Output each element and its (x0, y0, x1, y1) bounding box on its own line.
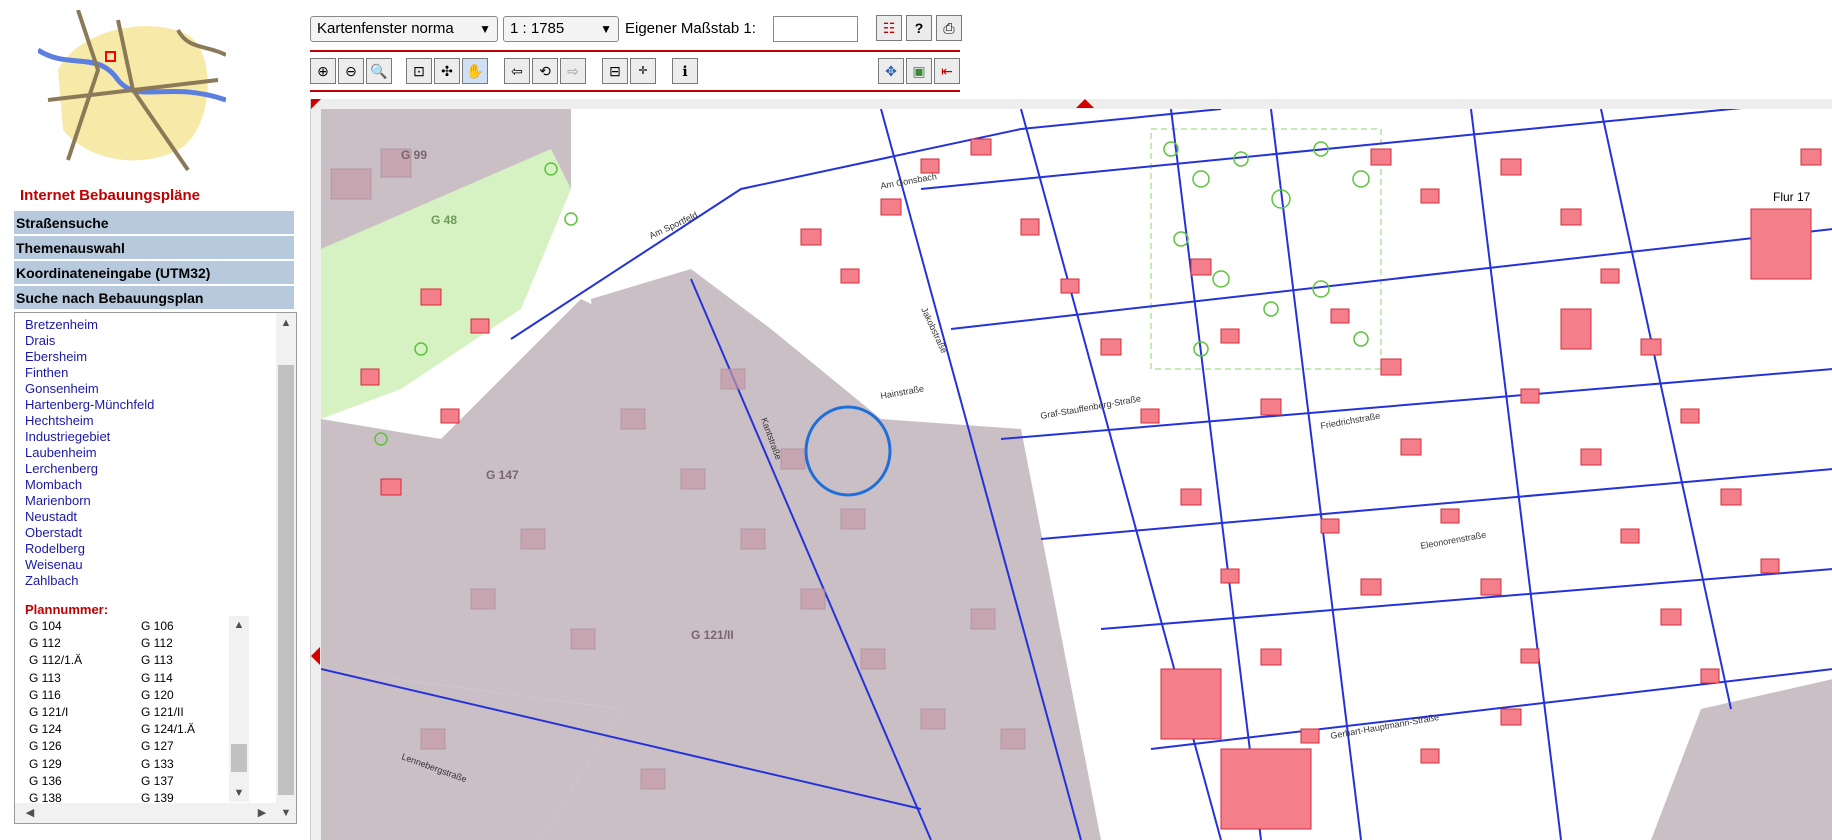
zoom-out-icon[interactable]: ⊖ (338, 58, 364, 84)
park-area[interactable] (1150, 128, 1382, 370)
pan-west-icon[interactable] (311, 647, 320, 665)
plan-item[interactable]: G 112/1.Ä (29, 652, 141, 669)
scroll-up-icon[interactable]: ▲ (232, 618, 246, 632)
plan-number-list: G 104 G 106 G 112 G 112 G 112/1.Ä G 113 G 1… (15, 616, 251, 804)
plan-item[interactable]: G 126 (29, 738, 141, 755)
district-item[interactable]: Zahlbach (25, 573, 154, 589)
district-item[interactable]: Hechtsheim (25, 413, 154, 429)
overview-map[interactable] (38, 10, 226, 172)
district-item[interactable]: Bretzenheim (25, 317, 154, 333)
plan-list-scroll-thumb[interactable] (231, 744, 247, 772)
plan-item[interactable]: G 138 (29, 790, 141, 804)
toolbar-divider (310, 90, 960, 92)
help-icon[interactable]: ? (906, 15, 932, 41)
district-item[interactable]: Gonsenheim (25, 381, 154, 397)
plan-item[interactable]: G 129 (29, 756, 141, 773)
plan-number-label: Plannummer: (25, 602, 109, 617)
district-item[interactable]: Lerchenberg (25, 461, 154, 477)
plan-item[interactable]: G 136 (29, 773, 141, 790)
custom-scale-label: Eigener Maßstab 1: (625, 20, 756, 37)
scroll-down-icon[interactable]: ▼ (279, 806, 293, 820)
district-item[interactable]: Ebersheim (25, 349, 154, 365)
district-item[interactable]: Drais (25, 333, 154, 349)
plan-item[interactable]: G 121/I (29, 704, 141, 721)
district-item[interactable]: Hartenberg-Münchfeld (25, 397, 154, 413)
scale-select[interactable]: 1 : 1785 ▼ (503, 16, 619, 42)
plan-label: G 147 (486, 468, 519, 482)
pan-north-icon[interactable] (1076, 99, 1094, 108)
plan-label: G 48 (431, 213, 457, 227)
district-item[interactable]: Weisenau (25, 557, 154, 573)
district-item[interactable]: Oberstadt (25, 525, 154, 541)
district-item[interactable]: Finthen (25, 365, 154, 381)
district-list-scrollbar[interactable]: ▲ ▼ (276, 313, 296, 823)
pan-hand-icon[interactable]: ✋ (462, 58, 488, 84)
list-horizontal-scrollbar[interactable]: ◀ ▶ (15, 803, 277, 823)
zoom-full-icon[interactable]: ⊡ (406, 58, 432, 84)
district-item[interactable]: Neustadt (25, 509, 154, 525)
district-list-scroll-thumb[interactable] (278, 365, 294, 795)
refresh-icon[interactable]: ⟲ (532, 58, 558, 84)
zoom-box-icon[interactable]: 🔍 (366, 58, 392, 84)
district-item[interactable]: Mombach (25, 477, 154, 493)
move-icon[interactable]: ✥ (878, 58, 904, 84)
plan-item[interactable]: G 112 (29, 635, 141, 652)
map-canvas[interactable]: G 99 G 48 G 147 G 121/II Flur 17 Am Spor… (321, 109, 1832, 840)
map-window[interactable]: G 99 G 48 G 147 G 121/II Flur 17 Am Spor… (310, 99, 1832, 840)
measure-icon[interactable]: ⊟ (602, 58, 628, 84)
exit-icon[interactable]: ⇤ (934, 58, 960, 84)
accordion-coordinate-input[interactable]: Koordinateneingabe (UTM32) (14, 261, 294, 285)
info-icon[interactable]: ℹ (672, 58, 698, 84)
accordion-street-search[interactable]: Straßensuche (14, 211, 294, 235)
scroll-down-icon[interactable]: ▼ (232, 786, 246, 800)
zoom-select-icon[interactable]: ✣ (434, 58, 460, 84)
plan-list-scrollbar[interactable]: ▲ ▼ (229, 616, 249, 802)
accordion-plan-search[interactable]: Suche nach Bebauungsplan (14, 286, 294, 310)
plan-label: G 121/II (691, 628, 734, 642)
scale-value: 1 : 1785 (510, 20, 565, 37)
plan-label: G 99 (401, 148, 427, 162)
district-item[interactable]: Rodelberg (25, 541, 154, 557)
district-list-panel: Bretzenheim Drais Ebersheim Finthen Gons… (14, 312, 297, 824)
flur-label: Flur 17 (1773, 190, 1811, 204)
plan-item[interactable]: G 104 (29, 618, 141, 635)
image-icon[interactable]: ▣ (906, 58, 932, 84)
print-icon[interactable]: ⎙ (936, 15, 962, 41)
chevron-down-icon: ▼ (600, 22, 612, 36)
back-icon[interactable]: ⇦ (504, 58, 530, 84)
scroll-right-icon[interactable]: ▶ (255, 806, 269, 820)
toolbar-divider (310, 50, 960, 52)
plan-item[interactable]: G 113 (29, 670, 141, 687)
district-item[interactable]: Industriegebiet (25, 429, 154, 445)
scroll-left-icon[interactable]: ◀ (23, 806, 37, 820)
app-title: Internet Bebauungspläne (20, 187, 201, 204)
district-item[interactable]: Laubenheim (25, 445, 154, 461)
district-item[interactable]: Marienborn (25, 493, 154, 509)
coordinate-icon[interactable]: ✛ (630, 58, 656, 84)
legend-icon[interactable]: ☷ (876, 15, 902, 41)
pan-northwest-icon[interactable] (311, 99, 321, 109)
map-window-select[interactable]: Kartenfenster norma ▼ (310, 16, 498, 42)
scroll-up-icon[interactable]: ▲ (279, 316, 293, 330)
chevron-down-icon: ▼ (479, 22, 491, 36)
zoom-in-icon[interactable]: ⊕ (310, 58, 336, 84)
district-list: Bretzenheim Drais Ebersheim Finthen Gons… (25, 317, 154, 589)
accordion-theme-selection[interactable]: Themenauswahl (14, 236, 294, 260)
custom-scale-input[interactable] (773, 16, 858, 42)
forward-icon[interactable]: ⇨ (560, 58, 586, 84)
plan-item[interactable]: G 124 (29, 721, 141, 738)
plan-item[interactable]: G 116 (29, 687, 141, 704)
map-window-value: Kartenfenster norma (317, 20, 454, 37)
